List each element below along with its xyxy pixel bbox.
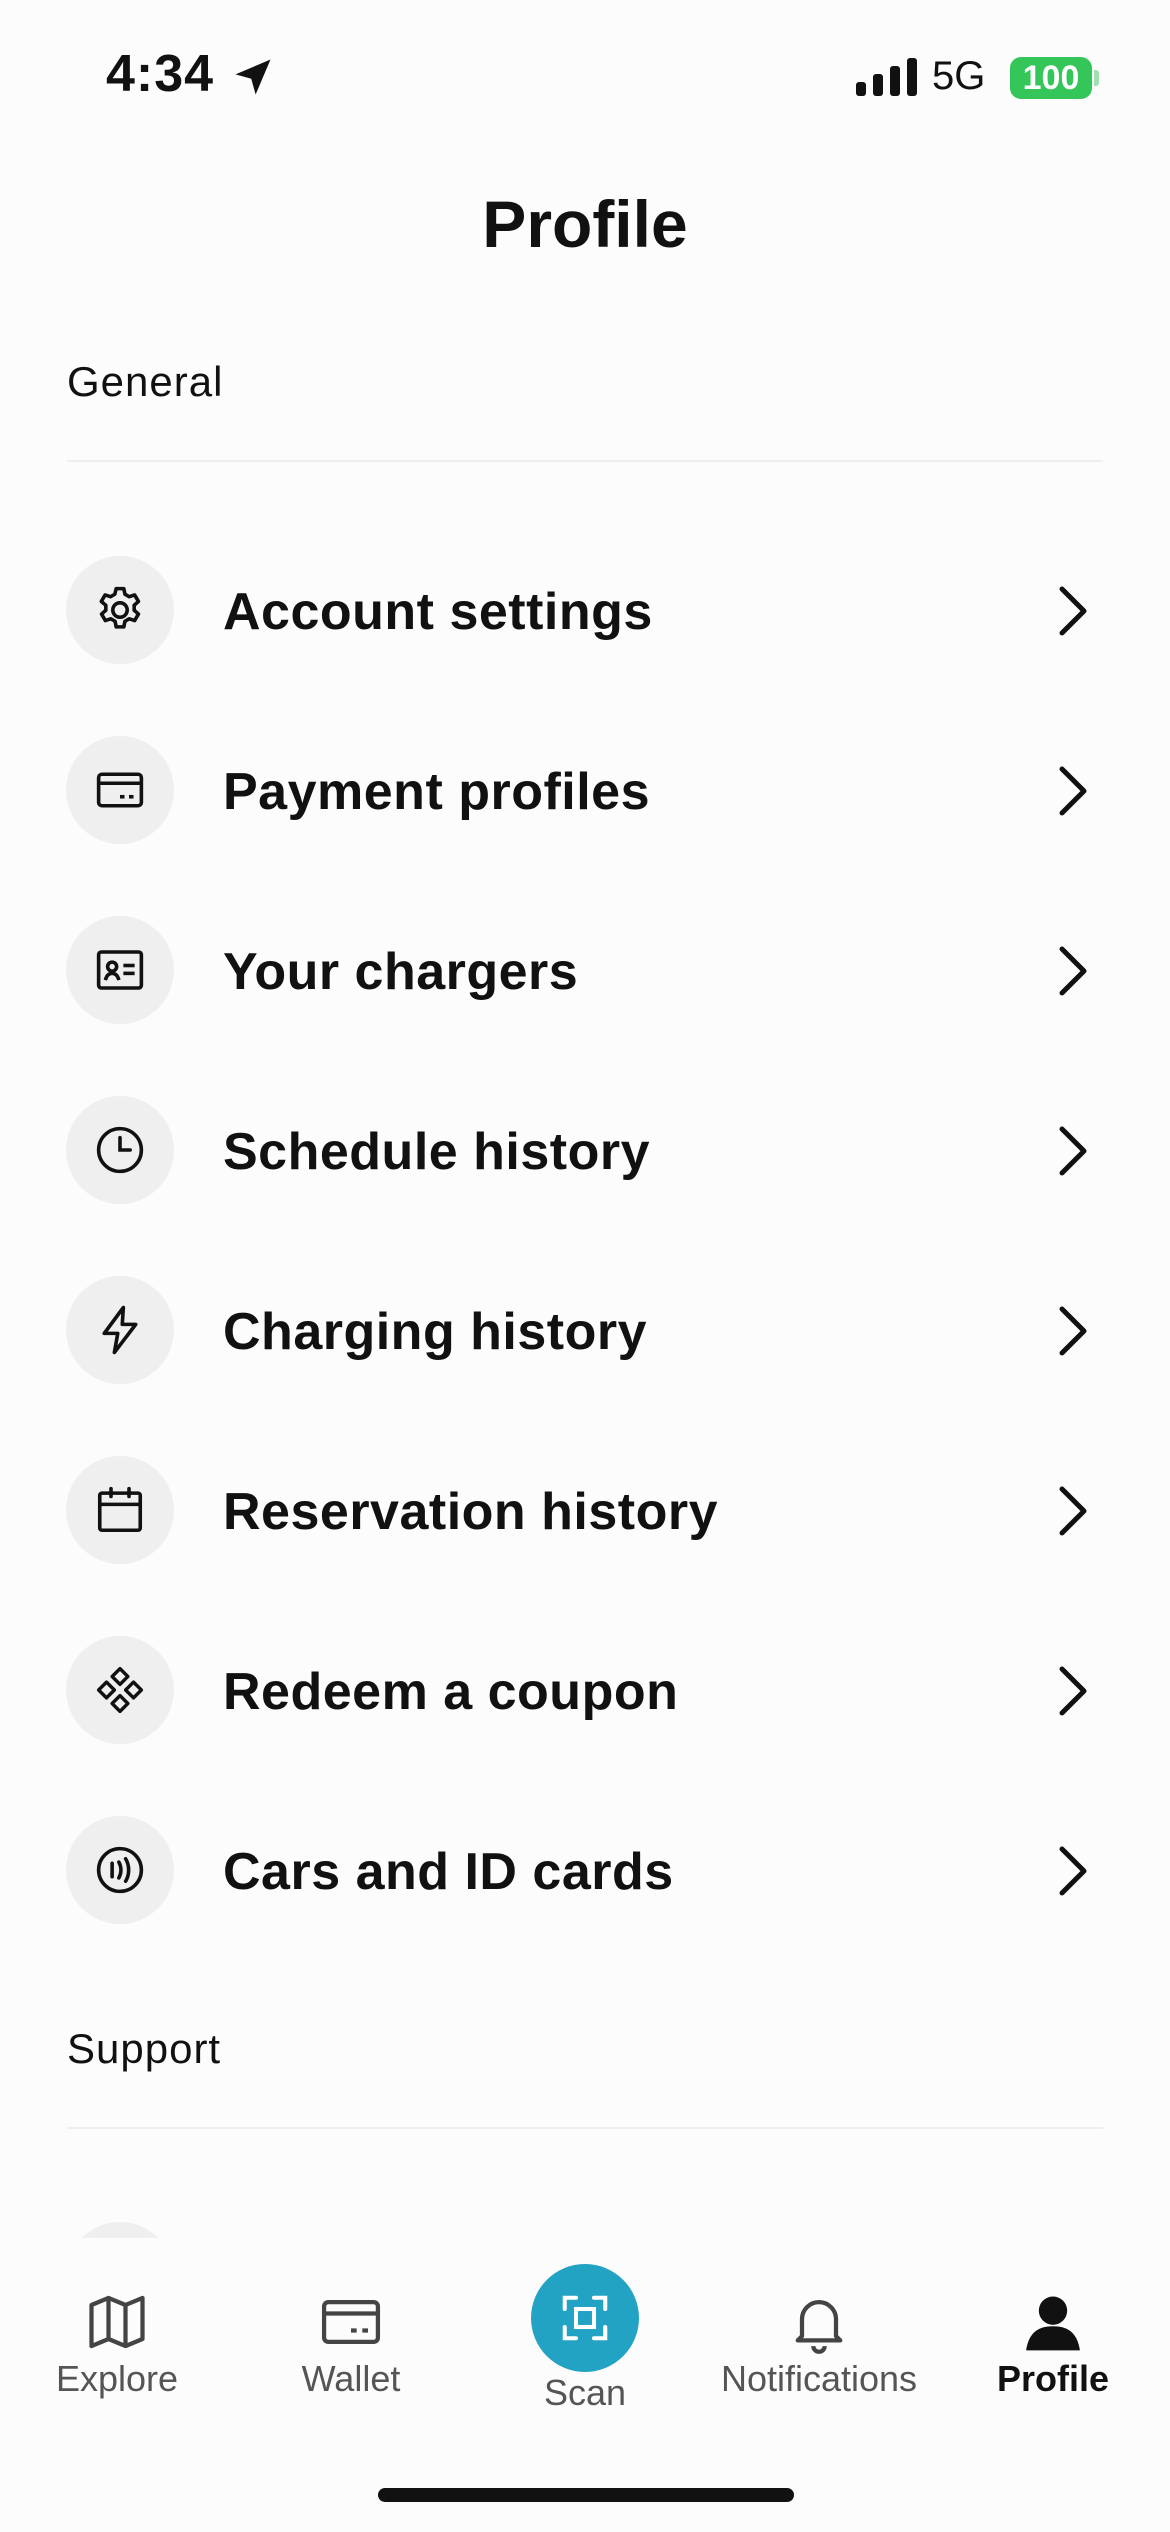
divider [67, 460, 1103, 462]
menu-item-label: Redeem a coupon [223, 1663, 679, 1721]
scan-icon [562, 2295, 608, 2341]
chevron-right-icon [1059, 586, 1087, 636]
tab-label: Profile [996, 2358, 1110, 2399]
tab-label: Notifications [720, 2358, 918, 2399]
bell-icon [795, 2300, 843, 2354]
menu-icon-bg [66, 916, 174, 1024]
lightning-icon [102, 1305, 138, 1355]
network-type: 5G [932, 54, 986, 98]
id-card-icon [96, 950, 144, 990]
map-icon [89, 2295, 145, 2349]
menu-item-charging-history[interactable]: Charging history [0, 1257, 1170, 1407]
menu-item-account-settings[interactable]: Account settings [0, 537, 1170, 687]
tab-label: Explore [55, 2358, 179, 2399]
tab-profile[interactable]: Profile [953, 2238, 1153, 2438]
battery-nub [1094, 70, 1099, 86]
menu-item-payment-profiles[interactable]: Payment profiles [0, 717, 1170, 867]
signal-icon [856, 58, 917, 96]
chevron-right-icon [1059, 946, 1087, 996]
menu-item-your-chargers[interactable]: Your chargers [0, 897, 1170, 1047]
menu-item-label: Payment profiles [223, 763, 651, 821]
menu-item-schedule-history[interactable]: Schedule history [0, 1077, 1170, 1227]
section-label-support: Support [67, 2025, 222, 2072]
calendar-icon [97, 1486, 143, 1533]
menu-icon-bg [66, 1456, 174, 1564]
menu-icon-bg [66, 1816, 174, 1924]
wallet-icon [321, 2300, 381, 2344]
menu-item-label: Account settings [223, 583, 653, 641]
home-indicator [378, 2488, 794, 2502]
chevron-right-icon [1059, 1126, 1087, 1176]
menu-icon-bg [66, 1276, 174, 1384]
menu-icon-bg [66, 556, 174, 664]
battery-indicator: 100 [1010, 57, 1092, 99]
page-title: Profile [482, 187, 688, 261]
menu-item-label: Your chargers [223, 943, 579, 1001]
status-bar: 4:34 5G 100 [0, 0, 1170, 150]
section-label-general: General [67, 358, 224, 405]
tab-scan-label: Scan [543, 2372, 627, 2413]
menu-item-label: Schedule history [223, 1123, 650, 1181]
menu-item-label: Charging history [223, 1303, 648, 1361]
rfid-card-icon [96, 1846, 144, 1894]
credit-card-icon [96, 772, 144, 808]
menu-icon-bg [66, 1636, 174, 1744]
chevron-right-icon [1059, 766, 1087, 816]
chevron-right-icon [1059, 1846, 1087, 1896]
tab-explore[interactable]: Explore [17, 2238, 217, 2438]
chevron-right-icon [1059, 1306, 1087, 1356]
menu-icon-bg [66, 1096, 174, 1204]
tab-notifications[interactable]: Notifications [719, 2238, 919, 2438]
menu-item-redeem-coupon[interactable]: Redeem a coupon [0, 1617, 1170, 1767]
tab-label: Wallet [301, 2358, 401, 2399]
menu-item-reservation-history[interactable]: Reservation history [0, 1437, 1170, 1587]
person-icon [1026, 2296, 1080, 2351]
menu-item-label: Reservation history [223, 1483, 718, 1541]
scan-button[interactable] [531, 2264, 639, 2372]
chevron-right-icon [1059, 1486, 1087, 1536]
divider [67, 2127, 1103, 2129]
clock-icon [96, 1126, 144, 1174]
tab-wallet[interactable]: Wallet [251, 2238, 451, 2438]
gear-icon [99, 586, 141, 629]
chevron-right-icon [1059, 1666, 1087, 1716]
menu-item-label: Cars and ID cards [223, 1843, 674, 1901]
location-arrow-icon [235, 59, 271, 95]
menu-item-cars-id-cards[interactable]: Cars and ID cards [0, 1797, 1170, 1947]
status-time: 4:34 [106, 45, 215, 103]
coupon-icon [96, 1666, 144, 1714]
menu-icon-bg [66, 736, 174, 844]
